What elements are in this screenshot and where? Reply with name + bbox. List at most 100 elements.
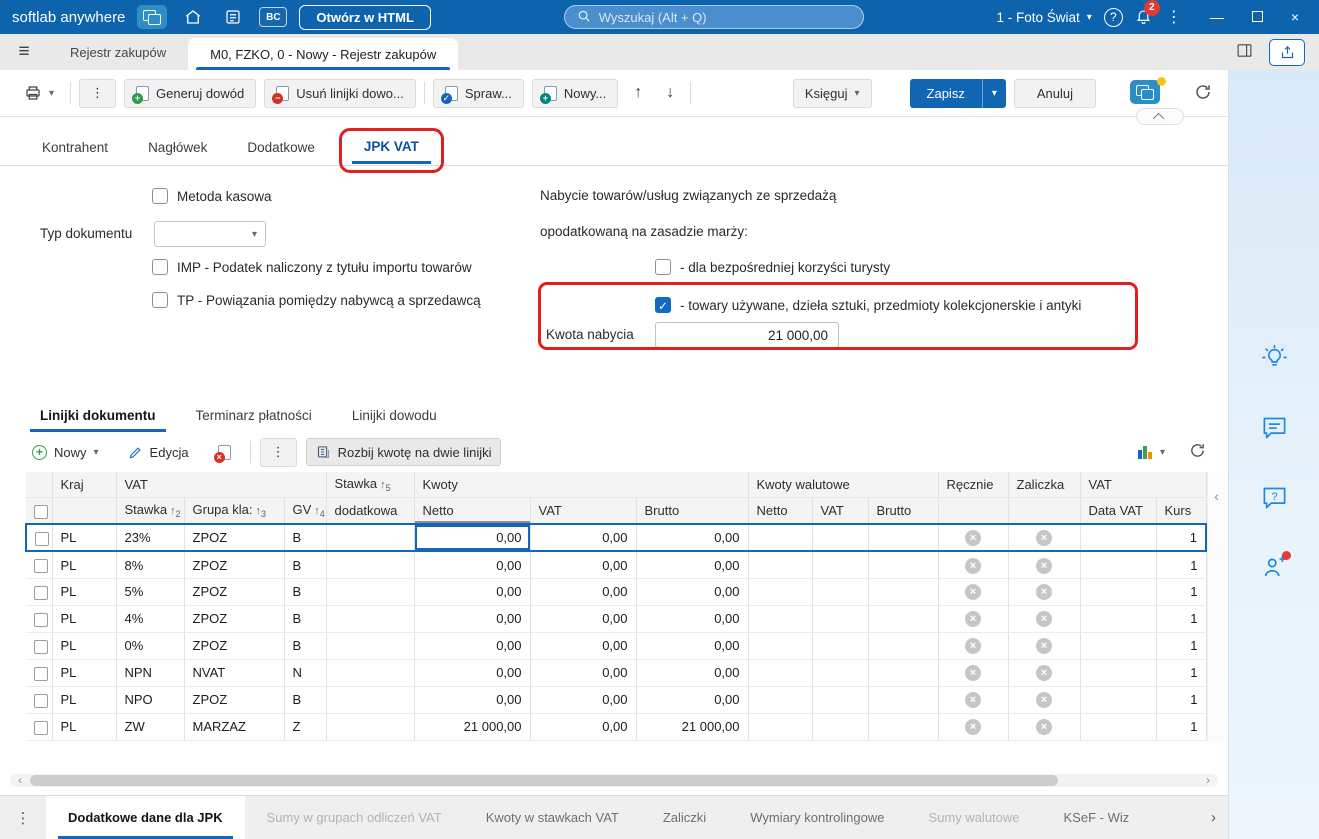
row-select-cell[interactable] [26, 713, 53, 741]
save-button[interactable]: Zapisz ▾ [909, 78, 1006, 108]
cell-wal_vat[interactable] [812, 605, 869, 633]
zaliczka-clear-icon[interactable]: × [1036, 638, 1053, 655]
form-tab-kontrahent[interactable]: Kontrahent [26, 132, 124, 165]
move-down-button[interactable]: ↓ [658, 79, 682, 108]
cell-wal_brutto[interactable] [868, 551, 939, 579]
print-button[interactable]: ▾ [16, 79, 62, 108]
cell-wal_netto[interactable] [748, 551, 813, 579]
cell-kurs[interactable]: 1 [1156, 578, 1207, 606]
cell-vat[interactable]: 0,00 [530, 713, 637, 741]
row-checkbox[interactable] [34, 639, 48, 654]
col-header-data-vat[interactable]: Data VAT [1080, 497, 1157, 525]
kwota-nabycia-input[interactable] [655, 322, 839, 348]
cell-recznie[interactable]: × [938, 551, 1009, 579]
cell-vat[interactable]: 0,00 [530, 551, 637, 579]
bottom-tab-kwoty-w-stawkach-vat[interactable]: Kwoty w stawkach VAT [464, 796, 641, 839]
cell-recznie[interactable]: × [938, 632, 1009, 660]
cell-dodatkowa[interactable] [326, 578, 415, 606]
col-header-netto[interactable]: Netto [414, 497, 531, 525]
cell-gv[interactable]: B [284, 632, 327, 660]
cell-grupa[interactable]: ZPOZ [184, 686, 285, 714]
cell-zaliczka[interactable]: × [1008, 659, 1081, 687]
cell-vat[interactable]: 0,00 [530, 578, 637, 606]
toolbar-kebab-button[interactable]: ⋮ [79, 78, 117, 108]
cell-zaliczka[interactable]: × [1008, 686, 1081, 714]
cell-kurs[interactable]: 1 [1156, 605, 1207, 633]
cell-wal_vat[interactable] [812, 713, 869, 741]
cell-stawka[interactable]: ZW [116, 713, 185, 741]
cell-dodatkowa[interactable] [326, 551, 415, 579]
cell-recznie[interactable]: × [938, 659, 1009, 687]
cell-kraj[interactable]: PL [52, 632, 117, 660]
typ-dokumentu-select[interactable]: ▾ [154, 221, 266, 247]
cell-brutto[interactable]: 0,00 [636, 686, 749, 714]
recznie-clear-icon[interactable]: × [965, 719, 982, 736]
cell-gv[interactable]: B [284, 551, 327, 579]
anywhere-apps-button[interactable] [1130, 76, 1166, 107]
cell-data_vat[interactable] [1080, 551, 1157, 579]
chart-view-button[interactable]: ▾ [1127, 438, 1175, 466]
detail-tab-terminarz-płatności[interactable]: Terminarz płatności [182, 401, 326, 432]
cell-wal_netto[interactable] [748, 605, 813, 633]
cell-wal_vat[interactable] [812, 686, 869, 714]
cell-dodatkowa[interactable] [326, 523, 415, 553]
row-checkbox[interactable] [34, 720, 48, 735]
cell-data_vat[interactable] [1080, 686, 1157, 714]
cell-vat[interactable]: 0,00 [530, 632, 637, 660]
cell-zaliczka[interactable]: × [1008, 551, 1081, 579]
cell-grupa[interactable]: ZPOZ [184, 605, 285, 633]
contact-support-icon[interactable] [1259, 551, 1291, 582]
tab-rejestr-zakupow[interactable]: Rejestr zakupów [48, 34, 188, 70]
cell-netto[interactable]: 0,00 [414, 605, 531, 633]
cell-kraj[interactable]: PL [52, 713, 117, 741]
cell-kurs[interactable]: 1 [1156, 632, 1207, 660]
table-row[interactable]: PL 8% ZPOZ B 0,00 0,00 0,00 × × 1 [26, 551, 1207, 579]
recznie-clear-icon[interactable]: × [965, 692, 982, 709]
cell-data_vat[interactable] [1080, 523, 1157, 553]
cell-kraj[interactable]: PL [52, 605, 117, 633]
side-panel-collapse-rail[interactable]: ‹ [1207, 472, 1226, 741]
col-header-grupa[interactable]: Grupa kla: ↑3 [184, 497, 285, 525]
recznie-clear-icon[interactable]: × [965, 638, 982, 655]
split-amount-button[interactable]: Rozbij kwotę na dwie linijki [305, 438, 502, 466]
zaliczka-clear-icon[interactable]: × [1036, 665, 1053, 682]
cell-zaliczka[interactable]: × [1008, 713, 1081, 741]
col-header-brutto[interactable]: Brutto [636, 497, 749, 525]
cell-recznie[interactable]: × [938, 713, 1009, 741]
cell-netto[interactable]: 0,00 [414, 551, 531, 579]
cell-vat[interactable]: 0,00 [530, 523, 637, 553]
cell-wal_brutto[interactable] [868, 523, 939, 553]
cell-wal_vat[interactable] [812, 523, 869, 553]
new-line-button[interactable]: + Nowy ▾ [22, 438, 109, 466]
new-document-button[interactable]: + Nowy... [531, 78, 619, 108]
minimize-button[interactable]: — [1210, 10, 1224, 24]
table-row[interactable]: PL 4% ZPOZ B 0,00 0,00 0,00 × × 1 [26, 605, 1207, 633]
cell-brutto[interactable]: 0,00 [636, 578, 749, 606]
form-tab-jpk-vat[interactable]: JPK VAT [348, 131, 435, 164]
cell-recznie[interactable]: × [938, 605, 1009, 633]
horizontal-scrollbar[interactable]: ‹ › [10, 774, 1218, 787]
recznie-clear-icon[interactable]: × [965, 584, 982, 601]
detail-tab-linijki-dokumentu[interactable]: Linijki dokumentu [26, 401, 170, 432]
bottom-tab-sumy-walutowe[interactable]: Sumy walutowe [906, 796, 1041, 839]
cell-vat[interactable]: 0,00 [530, 659, 637, 687]
row-select-cell[interactable] [25, 523, 53, 553]
cell-wal_brutto[interactable] [868, 659, 939, 687]
refresh-lines-button[interactable] [1189, 442, 1206, 462]
cell-dodatkowa[interactable] [326, 605, 415, 633]
cell-brutto[interactable]: 0,00 [636, 605, 749, 633]
cell-wal_vat[interactable] [812, 659, 869, 687]
cell-netto[interactable]: 0,00 [414, 578, 531, 606]
tab-active-document[interactable]: M0, FZKO, 0 - Nowy - Rejestr zakupów [188, 38, 459, 70]
row-select-cell[interactable] [26, 632, 53, 660]
col-group-kwoty-walutowe[interactable]: Kwoty walutowe [748, 472, 939, 499]
cancel-button[interactable]: Anuluj [1013, 78, 1096, 108]
row-checkbox[interactable] [34, 693, 48, 708]
refresh-button[interactable] [1194, 83, 1212, 104]
post-button[interactable]: Księguj ▾ [792, 78, 872, 108]
delete-line-button[interactable]: × [208, 438, 241, 466]
col-group-stawka-dodatkowa[interactable]: Stawka ↑5 [326, 472, 415, 499]
scroll-right-icon[interactable]: › [1198, 774, 1218, 787]
cell-data_vat[interactable] [1080, 578, 1157, 606]
cell-recznie[interactable]: × [938, 686, 1009, 714]
